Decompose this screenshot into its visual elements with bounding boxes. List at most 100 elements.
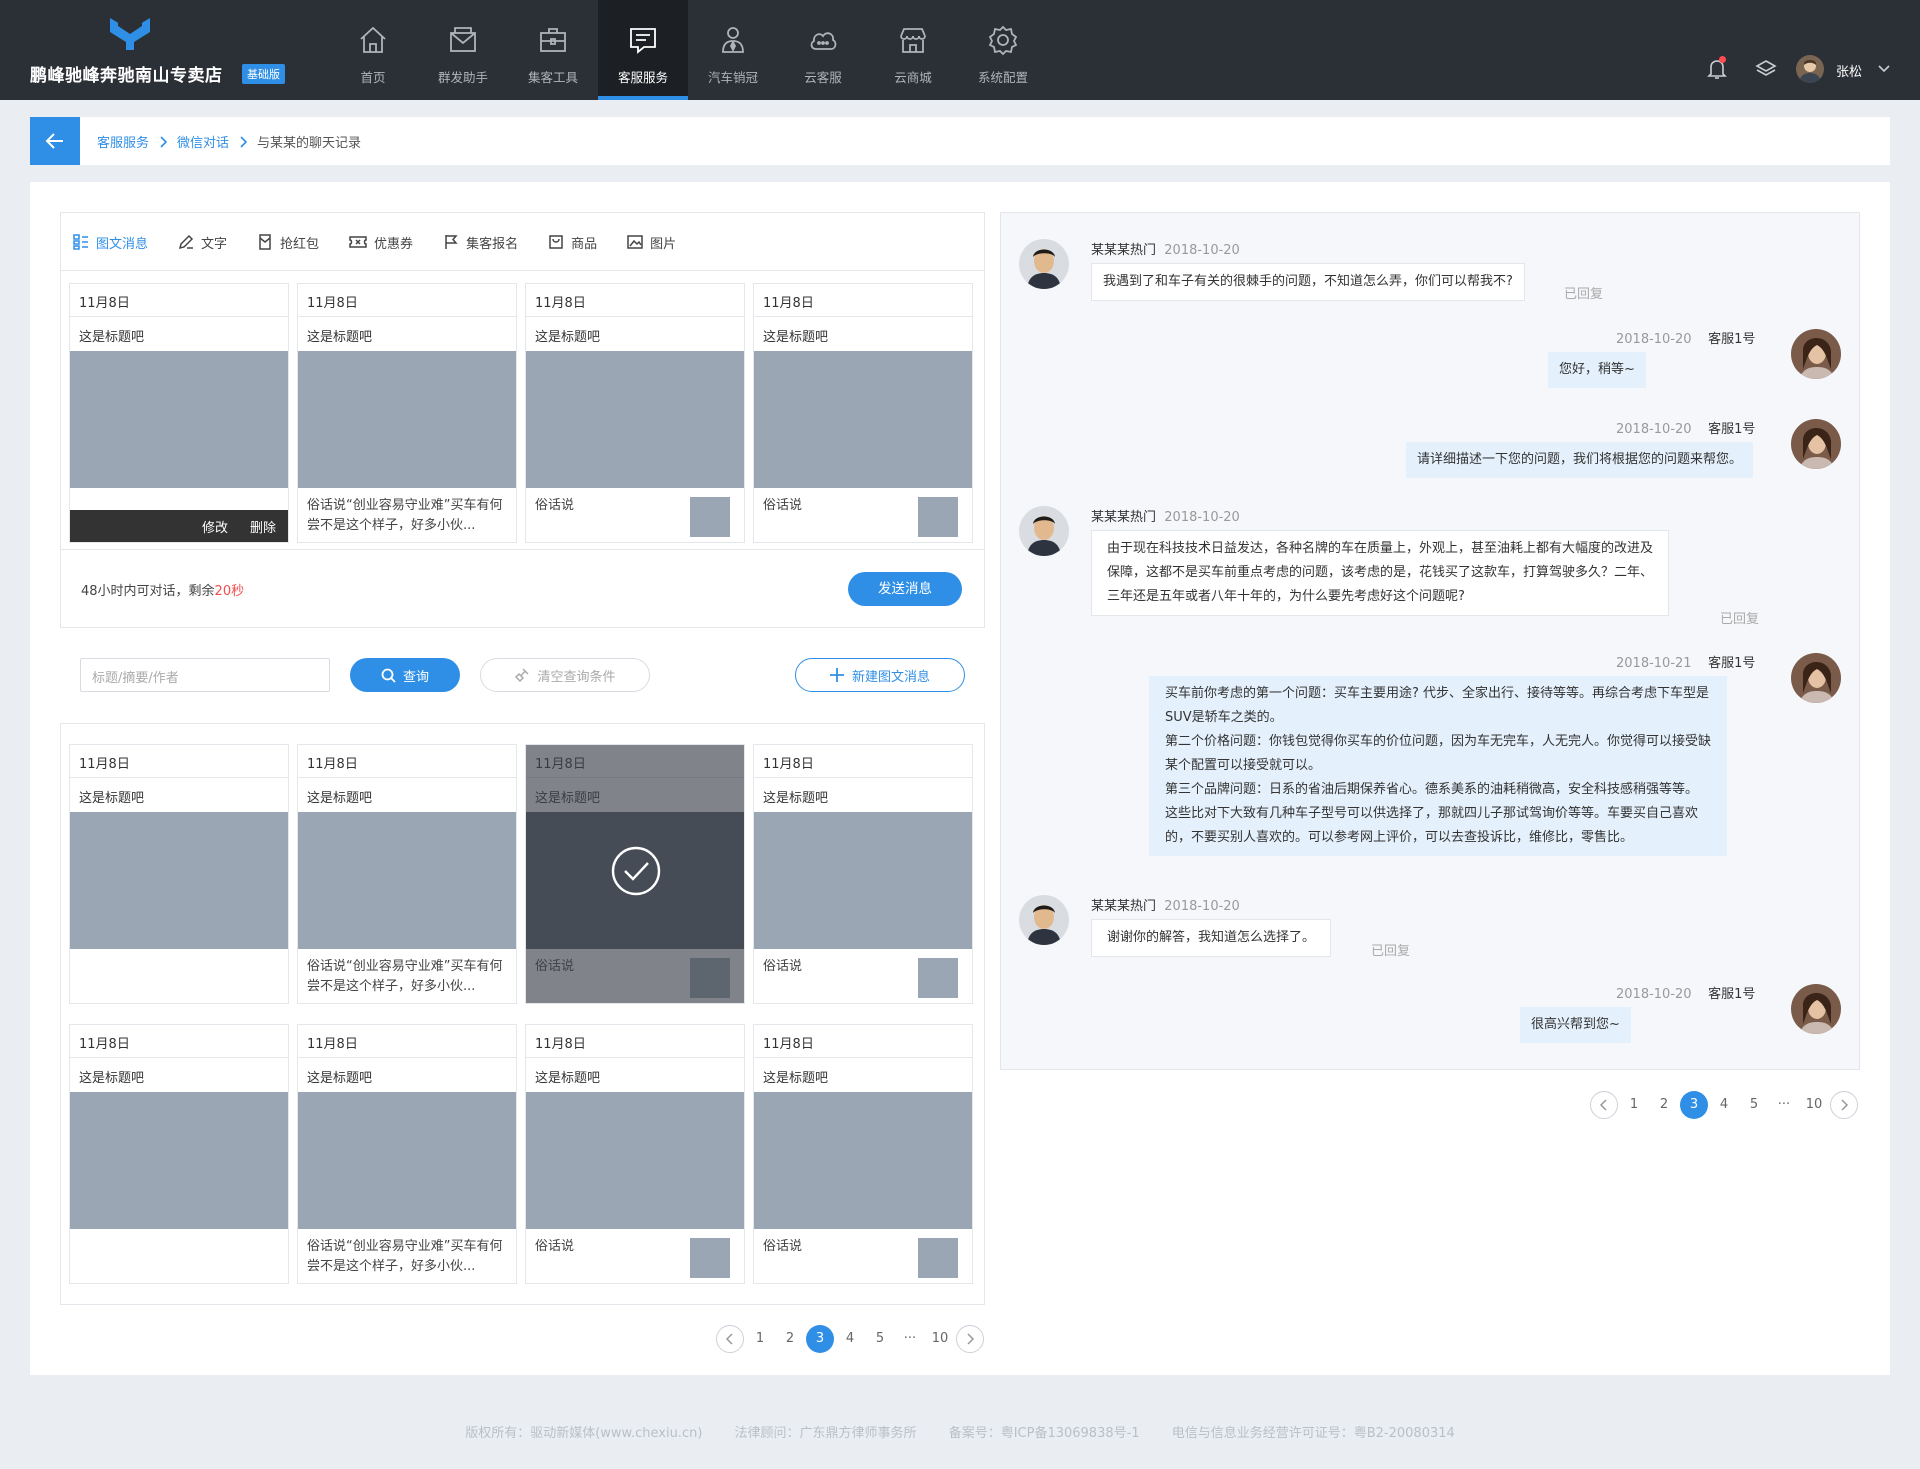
message-time: 2018-10-21 xyxy=(1616,656,1692,671)
page-button-current[interactable]: 3 xyxy=(1680,1091,1708,1119)
message-line: SUV是轿车之类的。 xyxy=(1165,710,1283,725)
sender-name: 客服1号 xyxy=(1708,422,1756,437)
nav-system-settings[interactable]: 系统配置 xyxy=(958,0,1048,100)
rich-message-card[interactable]: 11月8日 这是标题吧 俗话说 xyxy=(525,1024,745,1284)
customer-avatar[interactable] xyxy=(1019,895,1069,945)
prev-page-button[interactable] xyxy=(716,1325,744,1353)
message-meta: 某某某热门 2018-10-20 xyxy=(1091,506,1240,525)
message-time: 2018-10-20 xyxy=(1164,899,1240,914)
page-button[interactable]: 4 xyxy=(1709,1090,1739,1120)
tab-rich-message[interactable]: 图文消息 xyxy=(73,213,148,271)
tab-label: 图文消息 xyxy=(96,236,149,252)
card-image xyxy=(754,1092,972,1229)
clear-label: 清空查询条件 xyxy=(537,669,616,685)
user-avatar[interactable] xyxy=(1796,55,1824,83)
agent-avatar[interactable] xyxy=(1791,984,1841,1034)
page-button[interactable]: 5 xyxy=(1739,1090,1769,1120)
tab-product[interactable]: 商品 xyxy=(548,213,597,271)
nav-cloud-mall[interactable]: 云商城 xyxy=(868,0,958,100)
rich-message-card[interactable]: 11月8日 这是标题吧 俗话说“创业容易守业难”买车有何尝不是这个样子，好多小伙… xyxy=(297,744,517,1004)
chat-pagination: 1 2 3 4 5 ··· 10 xyxy=(1589,1090,1859,1120)
clear-filters-button[interactable]: 清空查询条件 xyxy=(480,658,650,692)
message-time: 2018-10-20 xyxy=(1616,332,1692,347)
brand[interactable]: 鹏峰驰峰奔驰南山专卖店 基础版 xyxy=(0,0,320,100)
page-button[interactable]: 2 xyxy=(1649,1090,1679,1120)
agent-avatar[interactable] xyxy=(1791,329,1841,379)
edit-button[interactable]: 修改 xyxy=(202,517,228,536)
page-button[interactable]: 1 xyxy=(1619,1090,1649,1120)
delete-button[interactable]: 删除 xyxy=(250,517,276,536)
rich-message-card[interactable]: 11月8日 这是标题吧 俗话说 xyxy=(525,283,745,543)
replied-status: 已回复 xyxy=(1720,612,1760,627)
message-bubble: 您好，稍等~ xyxy=(1548,352,1646,388)
new-rich-message-button[interactable]: 新建图文消息 xyxy=(795,658,965,692)
gear-icon xyxy=(987,24,1019,56)
chevron-down-icon[interactable] xyxy=(1877,62,1891,76)
nav-customer-service[interactable]: 客服服务 xyxy=(598,0,688,100)
tab-red-packet[interactable]: 抢红包 xyxy=(257,213,319,271)
next-page-button[interactable] xyxy=(1830,1091,1858,1119)
page-button[interactable]: 4 xyxy=(835,1324,865,1354)
nav-cloud-service[interactable]: 云客服 xyxy=(778,0,868,100)
back-button[interactable] xyxy=(30,117,80,165)
message-bubble: 由于现在科技技术日益发达，各种名牌的车在质量上，外观上，甚至油耗上都有大幅度的改… xyxy=(1091,530,1670,616)
tab-text[interactable]: 文字 xyxy=(178,213,227,271)
rich-message-card[interactable]: 11月8日 这是标题吧 俗话说 xyxy=(753,283,973,543)
message-line: 谢谢你的解答，我知道怎么选择了。 xyxy=(1107,930,1316,945)
nav-lead-tools[interactable]: 集客工具 xyxy=(508,0,598,100)
page-button[interactable]: 10 xyxy=(925,1324,955,1354)
card-date: 11月8日 xyxy=(526,1025,744,1058)
breadcrumb-link-service[interactable]: 客服服务 xyxy=(97,132,149,151)
footer: 版权所有：驱动新媒体(www.chexiu.cn) 法律顾问：广东鼎方律师事务所… xyxy=(0,1422,1920,1441)
breadcrumb-bar: 客服服务 微信对话 与某某的聊天记录 xyxy=(30,117,1890,165)
tab-coupon[interactable]: 优惠券 xyxy=(349,213,413,271)
sender-name: 某某某热门 xyxy=(1091,510,1157,525)
page-button[interactable]: 2 xyxy=(775,1324,805,1354)
page-button[interactable]: 5 xyxy=(865,1324,895,1354)
prev-page-button[interactable] xyxy=(1590,1091,1618,1119)
layers-icon[interactable] xyxy=(1755,58,1777,80)
send-message-button[interactable]: 发送消息 xyxy=(848,572,962,606)
sender-name: 客服1号 xyxy=(1708,332,1756,347)
search-input[interactable]: 标题/摘要/作者 xyxy=(80,658,330,692)
customer-avatar[interactable] xyxy=(1019,506,1069,556)
message-meta: 2018-10-20 客服1号 xyxy=(1616,328,1755,347)
bag-icon xyxy=(548,234,564,250)
page-button[interactable]: 10 xyxy=(1799,1090,1829,1120)
nav-mass-send[interactable]: 群发助手 xyxy=(418,0,508,100)
tab-image[interactable]: 图片 xyxy=(627,213,676,271)
rich-message-card[interactable]: 11月8日 这是标题吧 xyxy=(69,744,289,1004)
sender-name: 某某某热门 xyxy=(1091,899,1157,914)
rich-message-card[interactable]: 11月8日 这是标题吧 俗话说 xyxy=(753,1024,973,1284)
page-button[interactable]: 1 xyxy=(745,1324,775,1354)
query-button[interactable]: 查询 xyxy=(350,658,460,692)
rich-message-card[interactable]: 11月8日 这是标题吧 俗话说“创业容易守业难”买车有何尝不是这个样子，好多小伙… xyxy=(297,1024,517,1284)
rich-message-card[interactable]: 11月8日 这是标题吧 修改 删除 xyxy=(69,283,289,543)
card-date: 11月8日 xyxy=(526,284,744,317)
message-bubble: 买车前你考虑的第一个问题：买车主要用途? 代步、全家出行、接待等等。再综合考虑下… xyxy=(1149,676,1728,856)
agent-avatar[interactable] xyxy=(1791,419,1841,469)
next-page-button[interactable] xyxy=(956,1325,984,1353)
rich-message-card[interactable]: 11月8日 这是标题吧 xyxy=(69,1024,289,1284)
send-bar: 48小时内可对话，剩余20秒 发送消息 xyxy=(61,549,984,627)
rich-message-card[interactable]: 11月8日 这是标题吧 俗话说 xyxy=(753,744,973,1004)
card-title: 这是标题吧 xyxy=(307,1071,373,1086)
chevron-left-icon xyxy=(1599,1099,1607,1111)
tab-label: 图片 xyxy=(650,236,677,252)
rich-message-card[interactable]: 11月8日 这是标题吧 俗话说“创业容易守业难”买车有何尝不是这个样子，好多小伙… xyxy=(297,283,517,543)
nav-home[interactable]: 首页 xyxy=(328,0,418,100)
breadcrumb-link-wechat[interactable]: 微信对话 xyxy=(177,132,229,151)
page-button-current[interactable]: 3 xyxy=(806,1325,834,1353)
tab-lead-signup[interactable]: 集客报名 xyxy=(443,213,518,271)
customer-avatar[interactable] xyxy=(1019,239,1069,289)
card-date: 11月8日 xyxy=(754,284,972,317)
card-image xyxy=(70,1092,288,1229)
user-name[interactable]: 张松 xyxy=(1836,61,1862,80)
flag-icon xyxy=(443,234,459,250)
nav-car-sales[interactable]: 汽车销冠 xyxy=(688,0,778,100)
message-line: 很高兴帮到您~ xyxy=(1531,1017,1620,1032)
card-date: 11月8日 xyxy=(70,1025,288,1058)
agent-avatar[interactable] xyxy=(1791,653,1841,703)
rich-message-card-selected[interactable]: 11月8日 这是标题吧 俗话说 xyxy=(525,744,745,1004)
card-title: 这是标题吧 xyxy=(763,330,829,345)
